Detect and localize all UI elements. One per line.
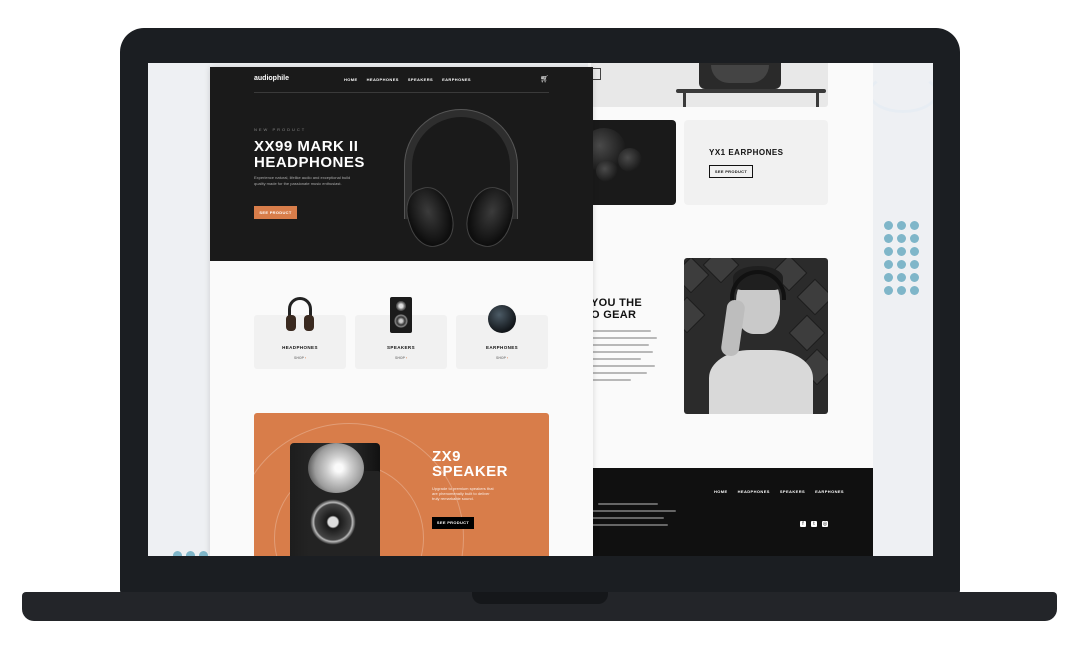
decorative-dots-bottom: [173, 551, 208, 556]
hero-title: XX99 MARK II HEADPHONES: [254, 138, 365, 171]
laptop-screen: YX1 EARPHONES SEE PRODUCT YOU THE O GEAR: [148, 63, 933, 556]
earphones-thumb: [486, 297, 518, 337]
category-earphones-shop[interactable]: SHOP ›: [456, 356, 548, 360]
turntable-image: [591, 63, 828, 107]
category-cards: HEADPHONES SHOP › SPEAKERS SHOP › EARPHO…: [254, 293, 549, 373]
nav-speakers[interactable]: SPEAKERS: [408, 77, 433, 82]
facebook-icon[interactable]: f: [800, 521, 806, 527]
man-with-headphones-photo: [684, 258, 828, 414]
shop-label: SHOP: [394, 356, 405, 360]
instagram-icon[interactable]: ◎: [822, 521, 828, 527]
zx9-description: Upgrade to premium speakers that are phe…: [432, 486, 494, 501]
decorative-blob: [868, 73, 933, 113]
chevron-right-icon: ›: [405, 356, 407, 360]
category-earphones-label: EARPHONES: [485, 345, 519, 350]
nav-headphones[interactable]: HEADPHONES: [367, 77, 399, 82]
footer-nav-speakers[interactable]: SPEAKERS: [780, 489, 805, 494]
about-text: [591, 330, 661, 386]
shop-label: SHOP: [495, 356, 506, 360]
about-title-line-1: YOU THE: [591, 297, 642, 309]
decorative-dots: [884, 221, 919, 295]
laptop-notch: [472, 592, 608, 604]
category-speakers[interactable]: SPEAKERS SHOP ›: [355, 297, 447, 369]
yx1-card: YX1 EARPHONES SEE PRODUCT: [684, 120, 828, 205]
category-speakers-label: SPEAKERS: [387, 345, 415, 350]
footer-text: [592, 503, 682, 531]
chevron-right-icon: ›: [304, 356, 306, 360]
category-headphones-label: HEADPHONES: [282, 345, 318, 350]
twitter-icon[interactable]: t: [811, 521, 817, 527]
top-nav: audiophile HOME HEADPHONES SPEAKERS EARP…: [254, 75, 549, 93]
category-earphones[interactable]: EARPHONES SHOP ›: [456, 305, 548, 369]
nav-earphones[interactable]: EARPHONES: [442, 77, 471, 82]
nav-links: HOME HEADPHONES SPEAKERS EARPHONES: [344, 77, 471, 82]
speaker-tweeter: [308, 443, 364, 493]
hero-description: Experience natural, lifelike audio and e…: [254, 175, 351, 186]
shop-label: SHOP: [293, 356, 304, 360]
speaker-woofer: [310, 499, 356, 545]
yx1-title: YX1 EARPHONES: [709, 148, 784, 157]
hero-see-product-button[interactable]: SEE PRODUCT: [254, 206, 297, 219]
chevron-right-icon: ›: [506, 356, 508, 360]
headphones-thumb: [284, 297, 316, 337]
category-speakers-shop[interactable]: SHOP ›: [355, 356, 447, 360]
cart-icon[interactable]: 🛒︎: [540, 75, 549, 83]
front-page: audiophile HOME HEADPHONES SPEAKERS EARP…: [210, 67, 593, 556]
category-headphones[interactable]: HEADPHONES SHOP ›: [254, 297, 346, 369]
footer-social: f t ◎: [800, 521, 828, 527]
logo[interactable]: audiophile: [254, 75, 289, 82]
new-product-overline: NEW PRODUCT: [254, 127, 307, 132]
about-title: YOU THE O GEAR: [591, 297, 642, 321]
hero-section: audiophile HOME HEADPHONES SPEAKERS EARP…: [210, 67, 593, 261]
footer-nav: HOME HEADPHONES SPEAKERS EARPHONES: [714, 489, 844, 494]
yx1-see-product-button[interactable]: SEE PRODUCT: [709, 165, 753, 178]
category-headphones-shop[interactable]: SHOP ›: [254, 356, 346, 360]
about-title-line-2: O GEAR: [591, 309, 637, 321]
footer-nav-earphones[interactable]: EARPHONES: [815, 489, 844, 494]
zx9-speaker-banner: ZX9 SPEAKER Upgrade to premium speakers …: [254, 413, 549, 556]
laptop-mockup: YX1 EARPHONES SEE PRODUCT YOU THE O GEAR: [0, 0, 1080, 667]
footer-nav-headphones[interactable]: HEADPHONES: [738, 489, 770, 494]
footer-nav-home[interactable]: HOME: [714, 489, 728, 494]
nav-home[interactable]: HOME: [344, 77, 358, 82]
yx1-earphones-image: [588, 120, 676, 205]
zx9-title: ZX9 SPEAKER: [432, 448, 509, 480]
zx9-see-product-button[interactable]: SEE PRODUCT: [432, 517, 474, 529]
speaker-thumb: [385, 297, 417, 337]
headphones-image: [396, 107, 526, 253]
